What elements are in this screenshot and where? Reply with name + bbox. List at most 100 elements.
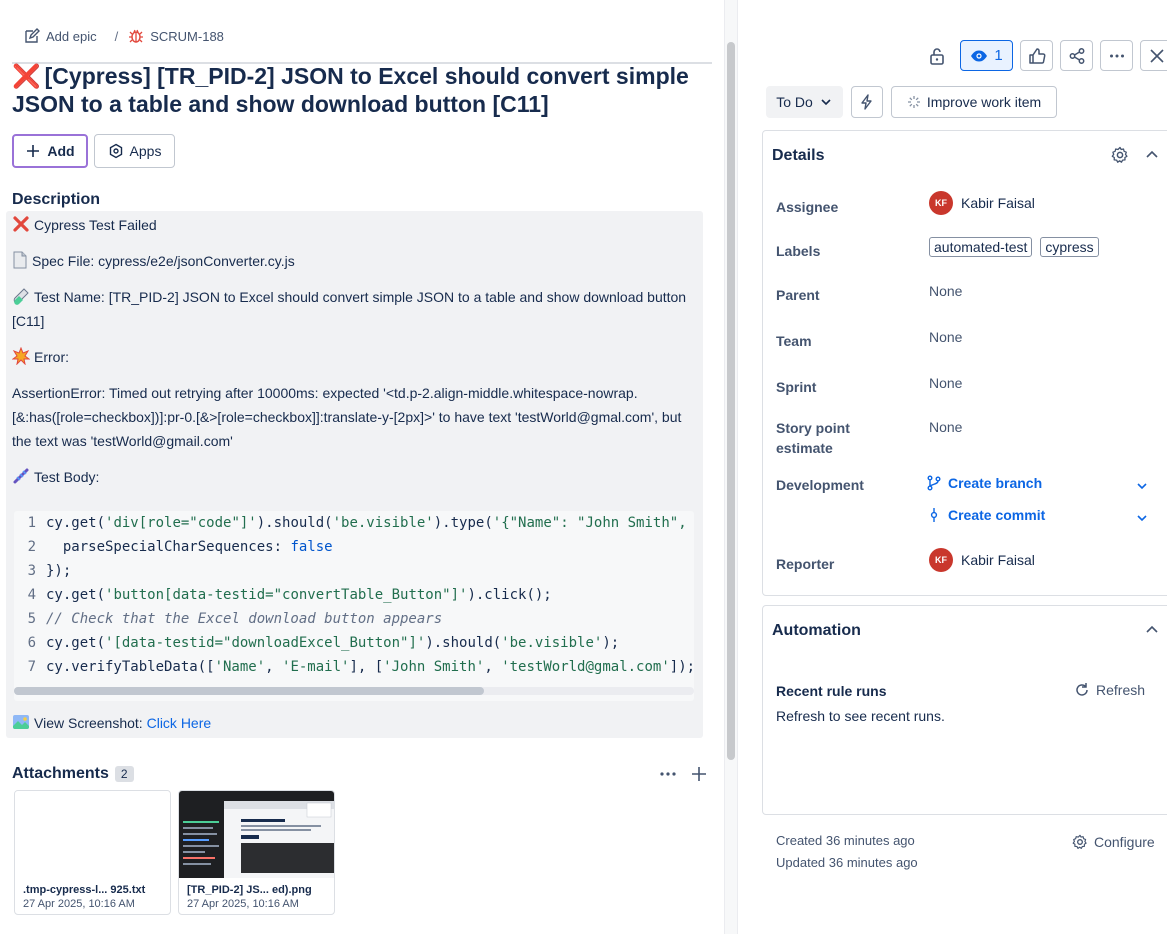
refresh-button[interactable]: Refresh — [1074, 682, 1145, 698]
issue-key-label: SCRUM-188 — [150, 28, 224, 44]
attachment-date: 27 Apr 2025, 10:16 AM — [187, 898, 299, 910]
eye-icon — [970, 47, 988, 65]
like-button[interactable] — [1020, 40, 1053, 71]
chevron-down-icon[interactable] — [1135, 479, 1149, 493]
story-points-label-line1: Story point — [776, 420, 850, 436]
chevron-down-icon[interactable] — [1135, 511, 1149, 525]
configure-button[interactable]: Configure — [1072, 834, 1155, 850]
details-heading[interactable]: Details — [772, 147, 824, 165]
automation-heading[interactable]: Automation — [772, 622, 861, 640]
code-block[interactable]: 1 cy.get('div[role="code"]').should('be.v… — [14, 511, 694, 701]
improve-work-item-button[interactable]: Improve work item — [891, 86, 1057, 118]
labels-value[interactable]: automated-test cypress — [929, 237, 1099, 257]
add-attachment-icon[interactable] — [689, 764, 709, 784]
issue-key-link[interactable]: SCRUM-188 — [128, 28, 224, 44]
page-title[interactable]: ❌ [Cypress] [TR_PID-2] JSON to Excel shou… — [12, 62, 712, 118]
labels-label: Labels — [776, 243, 821, 259]
commit-icon — [926, 507, 942, 523]
add-epic-label: Add epic — [46, 28, 97, 44]
sparkle-icon — [907, 95, 921, 109]
gear-icon — [1072, 834, 1088, 850]
reporter-value[interactable]: KF Kabir Faisal — [929, 548, 1035, 572]
attachment-card[interactable]: [TR_PID-2] JS... ed).png 27 Apr 2025, 10… — [178, 790, 335, 915]
title-text: [Cypress] [TR_PID-2] JSON to Excel shoul… — [12, 63, 689, 117]
add-epic-link[interactable]: Add epic — [24, 28, 97, 44]
attachment-filename: .tmp-cypress-l... 925.txt — [23, 884, 146, 896]
label-tag[interactable]: cypress — [1040, 237, 1099, 257]
avatar: KF — [929, 548, 953, 572]
desc-screenshot-line: View Screenshot: Click Here — [12, 711, 692, 735]
desc-error-line: Error: — [12, 345, 692, 369]
recent-rule-runs-label: Recent rule runs — [776, 683, 887, 699]
lock-icon[interactable] — [927, 46, 947, 66]
team-value[interactable]: None — [929, 329, 962, 345]
label-tag[interactable]: automated-test — [929, 237, 1033, 257]
apps-button[interactable]: Apps — [94, 134, 175, 168]
gear-icon[interactable] — [1111, 146, 1129, 164]
automation-panel: Automation Recent rule runs Refresh Refr… — [762, 605, 1167, 815]
dna-icon — [12, 467, 30, 485]
chevron-down-icon — [819, 95, 833, 109]
more-actions-button[interactable] — [1100, 40, 1133, 71]
apps-button-label: Apps — [129, 143, 162, 159]
attachments-more-icon[interactable] — [658, 764, 678, 784]
document-icon — [12, 251, 28, 269]
branch-icon — [926, 475, 942, 491]
status-label: To Do — [776, 94, 813, 110]
bug-icon — [128, 28, 144, 44]
desc-testbody-line: Test Body: — [12, 465, 692, 489]
create-branch-link[interactable]: Create branch — [926, 475, 1042, 491]
code-line: 7 cy.verifyTableData(['Name', 'E-mail'], … — [27, 659, 694, 675]
parent-label: Parent — [776, 287, 820, 303]
updated-timestamp: Updated 36 minutes ago — [776, 855, 918, 870]
code-line: 2 parseSpecialCharSequences: false — [27, 539, 333, 555]
collapse-details-icon[interactable] — [1144, 147, 1160, 163]
created-timestamp: Created 36 minutes ago — [776, 833, 915, 848]
attachment-thumbnail — [15, 791, 170, 878]
watch-button[interactable]: 1 — [960, 40, 1013, 71]
collapse-automation-icon[interactable] — [1144, 622, 1160, 638]
details-panel: Details Assignee KF Kabir Faisal Labels … — [762, 130, 1167, 596]
share-button[interactable] — [1060, 40, 1093, 71]
desc-spec-line: Spec File: cypress/e2e/jsonConverter.cy.… — [12, 249, 692, 273]
attachment-filename: [TR_PID-2] JS... ed).png — [187, 884, 312, 896]
reporter-label: Reporter — [776, 556, 835, 572]
assignee-value[interactable]: KF Kabir Faisal — [929, 191, 1035, 215]
sprint-value[interactable]: None — [929, 375, 962, 391]
code-scrollbar-thumb[interactable] — [14, 687, 484, 695]
attachment-card[interactable]: .tmp-cypress-l... 925.txt 27 Apr 2025, 1… — [14, 790, 171, 915]
desc-testname-line: Test Name: [TR_PID-2] JSON to Excel shou… — [12, 285, 692, 333]
development-label: Development — [776, 477, 864, 493]
add-button[interactable]: Add — [12, 134, 88, 168]
collision-icon — [12, 347, 30, 365]
story-points-value[interactable]: None — [929, 419, 962, 435]
screenshot-link[interactable]: Click Here — [147, 715, 212, 731]
description-body[interactable]: Cypress Test Failed Spec File: cypress/e… — [6, 211, 703, 738]
failed-mark: ❌ — [12, 63, 41, 89]
create-commit-link[interactable]: Create commit — [926, 507, 1045, 523]
improve-label: Improve work item — [926, 94, 1042, 110]
status-dropdown[interactable]: To Do — [766, 86, 843, 118]
actions-button[interactable] — [851, 86, 883, 118]
avatar: KF — [929, 191, 953, 215]
plus-icon — [25, 143, 41, 159]
breadcrumb: Add epic / SCRUM-188 — [24, 26, 224, 46]
desc-spec-text: Spec File: cypress/e2e/jsonConverter.cy.… — [32, 253, 295, 269]
test-tube-icon — [12, 287, 30, 305]
main-scrollbar-thumb[interactable] — [727, 42, 735, 760]
share-icon — [1068, 47, 1086, 65]
close-icon — [1148, 47, 1166, 65]
attachment-thumbnail — [179, 791, 334, 878]
code-line: 4 cy.get('button[data-testid="convertTabl… — [27, 587, 552, 603]
parent-value[interactable]: None — [929, 283, 962, 299]
assignee-label: Assignee — [776, 199, 839, 215]
code-line: 5// Check that the Excel download button… — [27, 611, 443, 627]
close-button[interactable] — [1140, 40, 1167, 71]
more-icon — [1108, 47, 1126, 65]
story-points-label: Story point estimate — [776, 418, 850, 458]
watch-count: 1 — [994, 47, 1003, 64]
create-commit-label: Create commit — [948, 507, 1046, 523]
refresh-icon — [1074, 682, 1090, 698]
desc-error-text: AssertionError: Timed out retrying after… — [12, 385, 682, 449]
lightning-icon — [859, 94, 875, 110]
